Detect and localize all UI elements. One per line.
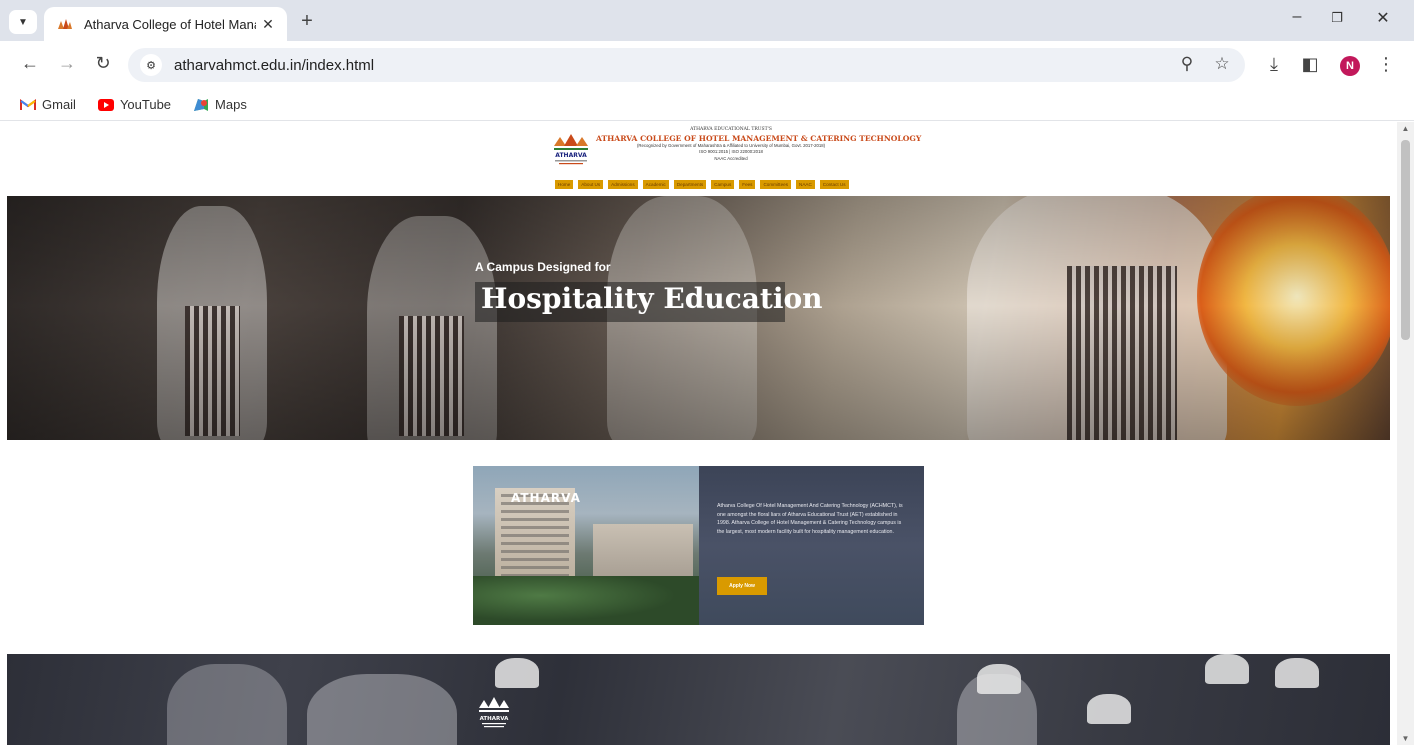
- chef-figure: [307, 674, 457, 745]
- building-sign: ATHARVA: [511, 491, 581, 505]
- menu-icon[interactable]: ⋮: [1374, 54, 1398, 75]
- trust-name: ATHARVA EDUCATIONAL TRUST'S: [690, 127, 772, 132]
- scroll-up-icon[interactable]: ▲: [1397, 124, 1414, 133]
- new-tab-button[interactable]: +: [296, 10, 318, 33]
- download-icon[interactable]: ⤓: [1262, 54, 1286, 75]
- trees: [473, 576, 699, 625]
- college-heading: ATHARVA EDUCATIONAL TRUST'S ATHARVA COLL…: [596, 127, 922, 161]
- nav-home[interactable]: Home: [555, 180, 574, 189]
- maps-icon: [193, 98, 209, 111]
- nav-about-us[interactable]: About Us: [578, 180, 604, 189]
- chef-hat: [1205, 654, 1249, 684]
- zoom-icon[interactable]: ⚲: [1175, 54, 1199, 74]
- nav-campus[interactable]: Campus: [711, 180, 735, 189]
- site-header: ATHARVA ATHARVA EDUCATIONAL TRUST'S ATHA…: [0, 122, 1397, 196]
- nav-contact-us[interactable]: Contact Us: [819, 180, 849, 189]
- nav-committees[interactable]: Committees: [760, 180, 791, 189]
- nav-naac[interactable]: NAAC: [796, 180, 815, 189]
- naac-accreditation: NAAC Accredited: [714, 155, 748, 161]
- tab-title: Atharva College of Hotel Manag: [84, 16, 256, 32]
- site-navigation: Home About Us Admissions Academic Depart…: [555, 180, 849, 189]
- url-text: atharvahmct.edu.in/index.html: [174, 56, 375, 74]
- about-card: ATHARVA Atharva College Of Hotel Managem…: [473, 466, 924, 625]
- college-logo-watermark: ATHARVA: [477, 694, 511, 736]
- hero-kicker: A Campus Designed for: [475, 260, 611, 274]
- bookmark-label: Gmail: [42, 97, 76, 112]
- svg-text:ATHARVA: ATHARVA: [480, 716, 510, 722]
- chef-hat: [495, 658, 539, 688]
- side-panel-icon[interactable]: ◧: [1298, 54, 1322, 75]
- page-scrollbar[interactable]: ▲ ▼: [1397, 122, 1414, 745]
- minimize-icon[interactable]: –: [1282, 8, 1312, 26]
- tab-close-icon[interactable]: ✕: [259, 16, 277, 33]
- bookmark-gmail[interactable]: Gmail: [20, 97, 76, 112]
- bookmark-maps[interactable]: Maps: [193, 97, 247, 112]
- back-icon[interactable]: ←: [17, 53, 43, 74]
- profile-avatar[interactable]: N: [1340, 56, 1360, 76]
- college-logo[interactable]: ATHARVA: [551, 132, 591, 170]
- close-window-icon[interactable]: ✕: [1368, 8, 1398, 28]
- nav-fees[interactable]: Fees: [739, 180, 756, 189]
- chef-hat: [1087, 694, 1131, 724]
- browser-toolbar: ← → ↻ ⚙ atharvahmct.edu.in/index.html ⚲ …: [0, 41, 1414, 89]
- address-bar[interactable]: ⚙ atharvahmct.edu.in/index.html ⚲ ☆: [128, 48, 1245, 82]
- bookmark-label: YouTube: [119, 97, 172, 112]
- tab-strip: ▼ Atharva College of Hotel Manag ✕ + – ❐…: [0, 0, 1414, 41]
- bookmarks-bar: Gmail YouTube Maps: [0, 89, 1414, 121]
- about-text-panel: Atharva College Of Hotel Management And …: [699, 466, 924, 625]
- bookmark-label: Maps: [215, 97, 247, 112]
- bookmark-youtube[interactable]: YouTube: [97, 97, 172, 112]
- college-recognition: (Recognized by Government of Maharashtra…: [636, 143, 826, 149]
- college-name: ATHARVA COLLEGE OF HOTEL MANAGEMENT & CA…: [596, 133, 922, 143]
- tab-search-button[interactable]: ▼: [9, 10, 37, 34]
- hero-banner: A Campus Designed for Hospitality Educat…: [7, 196, 1390, 440]
- youtube-icon: [97, 98, 114, 111]
- chef-hat: [977, 664, 1021, 694]
- restore-icon[interactable]: ❐: [1322, 10, 1352, 26]
- campus-photo: ATHARVA: [473, 466, 699, 625]
- chef-hat: [1275, 658, 1319, 688]
- nav-departments[interactable]: Departments: [673, 180, 707, 189]
- site-favicon-icon: [56, 16, 74, 32]
- browser-tab[interactable]: Atharva College of Hotel Manag ✕: [44, 7, 287, 41]
- hero-title: Hospitality Education: [481, 282, 823, 315]
- chef-figure: [167, 664, 287, 745]
- scroll-down-icon[interactable]: ▼: [1397, 734, 1414, 743]
- gallery-band: ATHARVA: [7, 654, 1390, 745]
- reload-icon[interactable]: ↻: [90, 53, 116, 74]
- site-info-icon[interactable]: ⚙: [140, 54, 162, 76]
- nav-admissions[interactable]: Admissions: [608, 180, 638, 189]
- chevron-down-icon: ▼: [18, 16, 28, 28]
- forward-icon[interactable]: →: [54, 53, 80, 74]
- scroll-thumb[interactable]: [1401, 140, 1410, 340]
- gmail-icon: [20, 98, 36, 111]
- apply-now-button[interactable]: Apply Now: [717, 577, 767, 595]
- iso-certification: ISO 9001:2015 | ISO 22000:2018: [699, 149, 763, 155]
- nav-academic[interactable]: Academic: [642, 180, 669, 189]
- page-viewport: ATHARVA ATHARVA EDUCATIONAL TRUST'S ATHA…: [0, 122, 1397, 745]
- bookmark-star-icon[interactable]: ☆: [1210, 54, 1234, 74]
- svg-text:ATHARVA: ATHARVA: [555, 152, 587, 159]
- about-paragraph: Atharva College Of Hotel Management And …: [717, 503, 903, 535]
